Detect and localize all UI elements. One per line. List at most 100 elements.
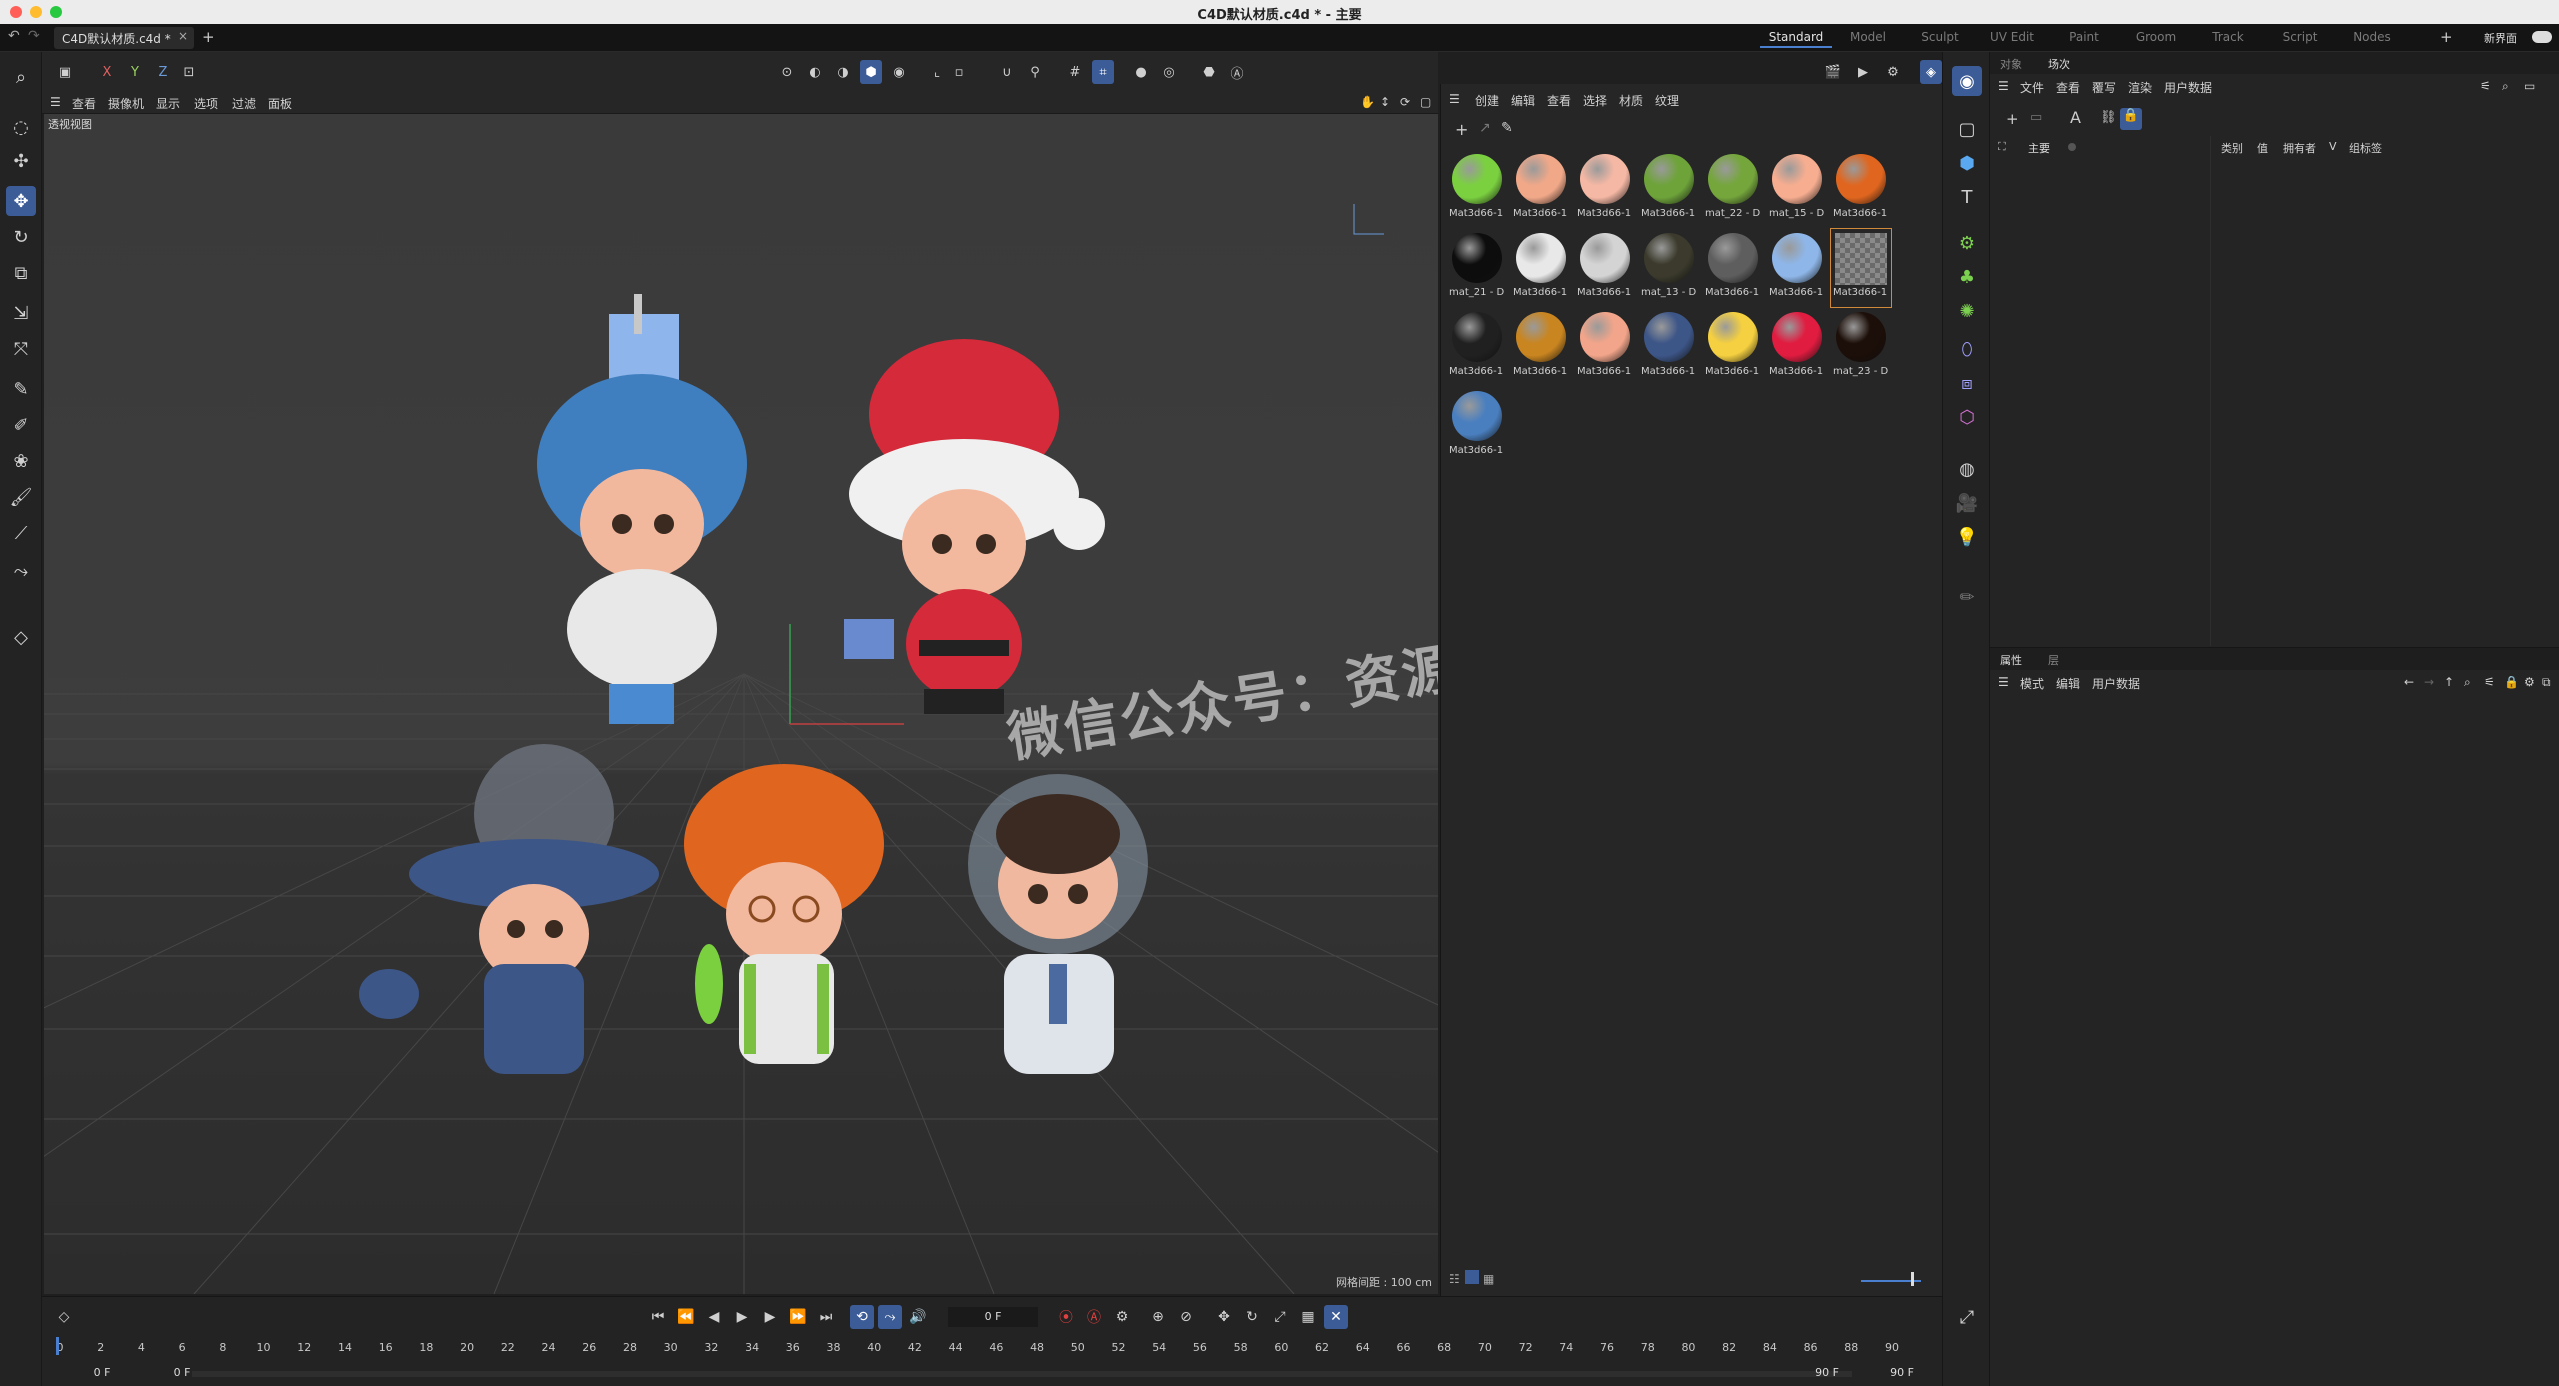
layout-tab-sculpt[interactable]: Sculpt [1904, 28, 1976, 48]
play-icon[interactable]: ▶ [730, 1305, 754, 1329]
tab-attributes[interactable]: 属性 [2000, 652, 2022, 668]
menu-user-data[interactable]: 用户数据 [2164, 79, 2212, 96]
text-object-icon[interactable]: T [1952, 182, 1982, 212]
render-settings-icon[interactable]: ⚙ [1882, 60, 1904, 84]
layout-tab-paint[interactable]: Paint [2048, 28, 2120, 48]
next-key-icon[interactable]: ⏩ [786, 1305, 810, 1329]
keyframe-diamond-icon[interactable]: ◇ [6, 622, 36, 652]
material-swatch[interactable]: Mat3d66-1 [1575, 229, 1635, 307]
column-category[interactable]: 类别 [2221, 140, 2243, 156]
redo-material-icon[interactable]: ↗ [1479, 120, 1491, 136]
character-orange-hair[interactable] [684, 764, 884, 1064]
column-owner[interactable]: 拥有者 [2283, 140, 2316, 156]
edit-disabled-icon[interactable]: ✏ [1952, 582, 1982, 612]
material-swatch[interactable]: Mat3d66-1 [1511, 308, 1571, 386]
menu-view[interactable]: 查看 [2056, 79, 2080, 96]
camera-icon[interactable]: 🎥 [1952, 488, 1982, 518]
coordinate-tool-icon[interactable]: ⤧ [6, 334, 36, 364]
layout-tab-uv-edit[interactable]: UV Edit [1976, 28, 2048, 48]
soft-selection-icon[interactable]: ⚲ [1024, 60, 1046, 84]
undo-icon[interactable]: ↶ [8, 28, 20, 44]
menu-select[interactable]: 选择 [1583, 92, 1607, 109]
key-position-icon[interactable]: ⊕ [1146, 1305, 1170, 1329]
add-material-icon[interactable]: + [1455, 120, 1468, 139]
environment-icon[interactable]: ◍ [1952, 454, 1982, 484]
object-manager-icon[interactable]: ◉ [1952, 66, 1982, 96]
material-swatch[interactable]: mat_21 - D [1447, 229, 1507, 307]
character-blue-hair[interactable] [537, 294, 747, 724]
menu-edit[interactable]: 编辑 [1511, 92, 1535, 109]
menu-display[interactable]: 显示 [156, 95, 180, 112]
menu-user-data[interactable]: 用户数据 [2092, 675, 2140, 692]
auto-key-icon[interactable]: Ⓐ [1082, 1305, 1106, 1329]
record-icon[interactable]: ⦿ [1054, 1305, 1078, 1329]
graph-editor-icon[interactable]: ⤢ [1952, 1302, 1982, 1332]
key-rotation-icon[interactable]: ⊘ [1174, 1305, 1198, 1329]
polygons-mode-icon[interactable]: ◑ [832, 60, 854, 84]
rotate-view-icon[interactable]: ⟳ [1400, 95, 1410, 109]
workplane-dropdown-icon[interactable]: ▫ [948, 60, 970, 84]
main-take-item[interactable]: 主要 [2028, 140, 2050, 156]
workplane-icon[interactable]: ⌞ [926, 60, 948, 84]
material-swatch[interactable]: Mat3d66-1 [1703, 308, 1763, 386]
character-santa[interactable] [844, 339, 1105, 714]
material-menu-icon[interactable]: ☰ [1449, 92, 1460, 106]
transform-tool-icon[interactable]: ⇲ [6, 298, 36, 328]
auto-key-icon[interactable]: Ⓐ [1226, 60, 1248, 84]
next-frame-icon[interactable]: ▶ [758, 1305, 782, 1329]
perspective-viewport[interactable]: 透视视图 微信公众号：资源设 网格间距 : 100 cm [44, 114, 1438, 1294]
menu-options[interactable]: 选项 [194, 95, 218, 112]
thumbnail-slider-handle[interactable] [1911, 1272, 1914, 1286]
spline-pen-icon[interactable]: ✎ [6, 374, 36, 404]
key-pla-icon[interactable]: ⤢ [1268, 1305, 1292, 1329]
rotate-tool-icon[interactable]: ↻ [6, 222, 36, 252]
field-icon[interactable]: ⧈ [1952, 368, 1982, 398]
start-frame-field[interactable]: 0 F [72, 1363, 132, 1383]
menu-camera[interactable]: 摄像机 [108, 95, 144, 112]
search-icon[interactable]: ⌕ [6, 62, 36, 92]
viewport-solo-icon[interactable]: ⬣ [1198, 60, 1220, 84]
menu-edit[interactable]: 编辑 [2056, 675, 2080, 692]
keyframe-diamond-icon[interactable]: ◇ [52, 1305, 76, 1329]
node-editor-icon[interactable]: ◈ [1920, 60, 1942, 84]
grid-snap-icon[interactable]: # [1064, 60, 1086, 84]
menu-filter[interactable]: 过滤 [232, 95, 256, 112]
lock-icon[interactable]: 🔒 [2120, 108, 2142, 130]
search-icon[interactable]: ⌕ [2502, 79, 2509, 94]
material-swatch[interactable]: Mat3d66-1 [1703, 229, 1763, 307]
light-icon[interactable]: 💡 [1952, 522, 1982, 552]
expand-icon[interactable]: ⛶ [1998, 140, 2006, 154]
previous-frame-icon[interactable]: ◀ [702, 1305, 726, 1329]
close-tab-icon[interactable]: × [178, 29, 188, 43]
large-view-icon[interactable]: ▦ [1483, 1272, 1494, 1286]
toggle-view-icon[interactable]: ▢ [1420, 95, 1431, 109]
axis-z-button[interactable]: Z [152, 60, 174, 84]
list-view-icon[interactable]: ☷ [1449, 1272, 1460, 1286]
menu-material[interactable]: 材质 [1619, 92, 1643, 109]
menu-file[interactable]: 文件 [2020, 79, 2044, 96]
previous-key-icon[interactable]: ⏪ [674, 1305, 698, 1329]
filter-icon[interactable]: ⚟ [2480, 79, 2491, 93]
material-swatch[interactable]: Mat3d66-1 [1767, 229, 1827, 307]
layout-tab-track[interactable]: Track [2192, 28, 2264, 48]
object-mode-icon[interactable]: ⬢ [860, 60, 882, 84]
model-mode-icon[interactable]: ▣ [54, 60, 76, 84]
key-point-icon[interactable]: ▦ [1296, 1305, 1320, 1329]
material-swatch[interactable]: mat_22 - D [1703, 150, 1763, 228]
menu-view[interactable]: 查看 [1547, 92, 1571, 109]
loop-icon[interactable]: ⟲ [850, 1305, 874, 1329]
go-to-start-icon[interactable]: ⏮ [646, 1305, 670, 1329]
null-object-icon[interactable]: ▢ [1952, 114, 1982, 144]
end-frame-field[interactable]: 90 F [1872, 1363, 1932, 1383]
material-swatch[interactable]: Mat3d66-1 [1639, 150, 1699, 228]
column-value[interactable]: 值 [2257, 140, 2268, 156]
spline-icon[interactable]: ⬡ [1952, 402, 1982, 432]
menu-render[interactable]: 渲染 [2128, 79, 2152, 96]
menu-mode[interactable]: 模式 [2020, 675, 2044, 692]
filter-icon[interactable]: ⚟ [2484, 675, 2495, 689]
settings-icon[interactable]: ⚙ [2524, 675, 2535, 689]
sketch-tool-icon[interactable]: ✐ [6, 410, 36, 440]
material-swatch[interactable]: Mat3d66-1 [1575, 308, 1635, 386]
render-to-picture-viewer-icon[interactable]: ▶ [1852, 60, 1874, 84]
character-ufo[interactable] [359, 744, 659, 1074]
